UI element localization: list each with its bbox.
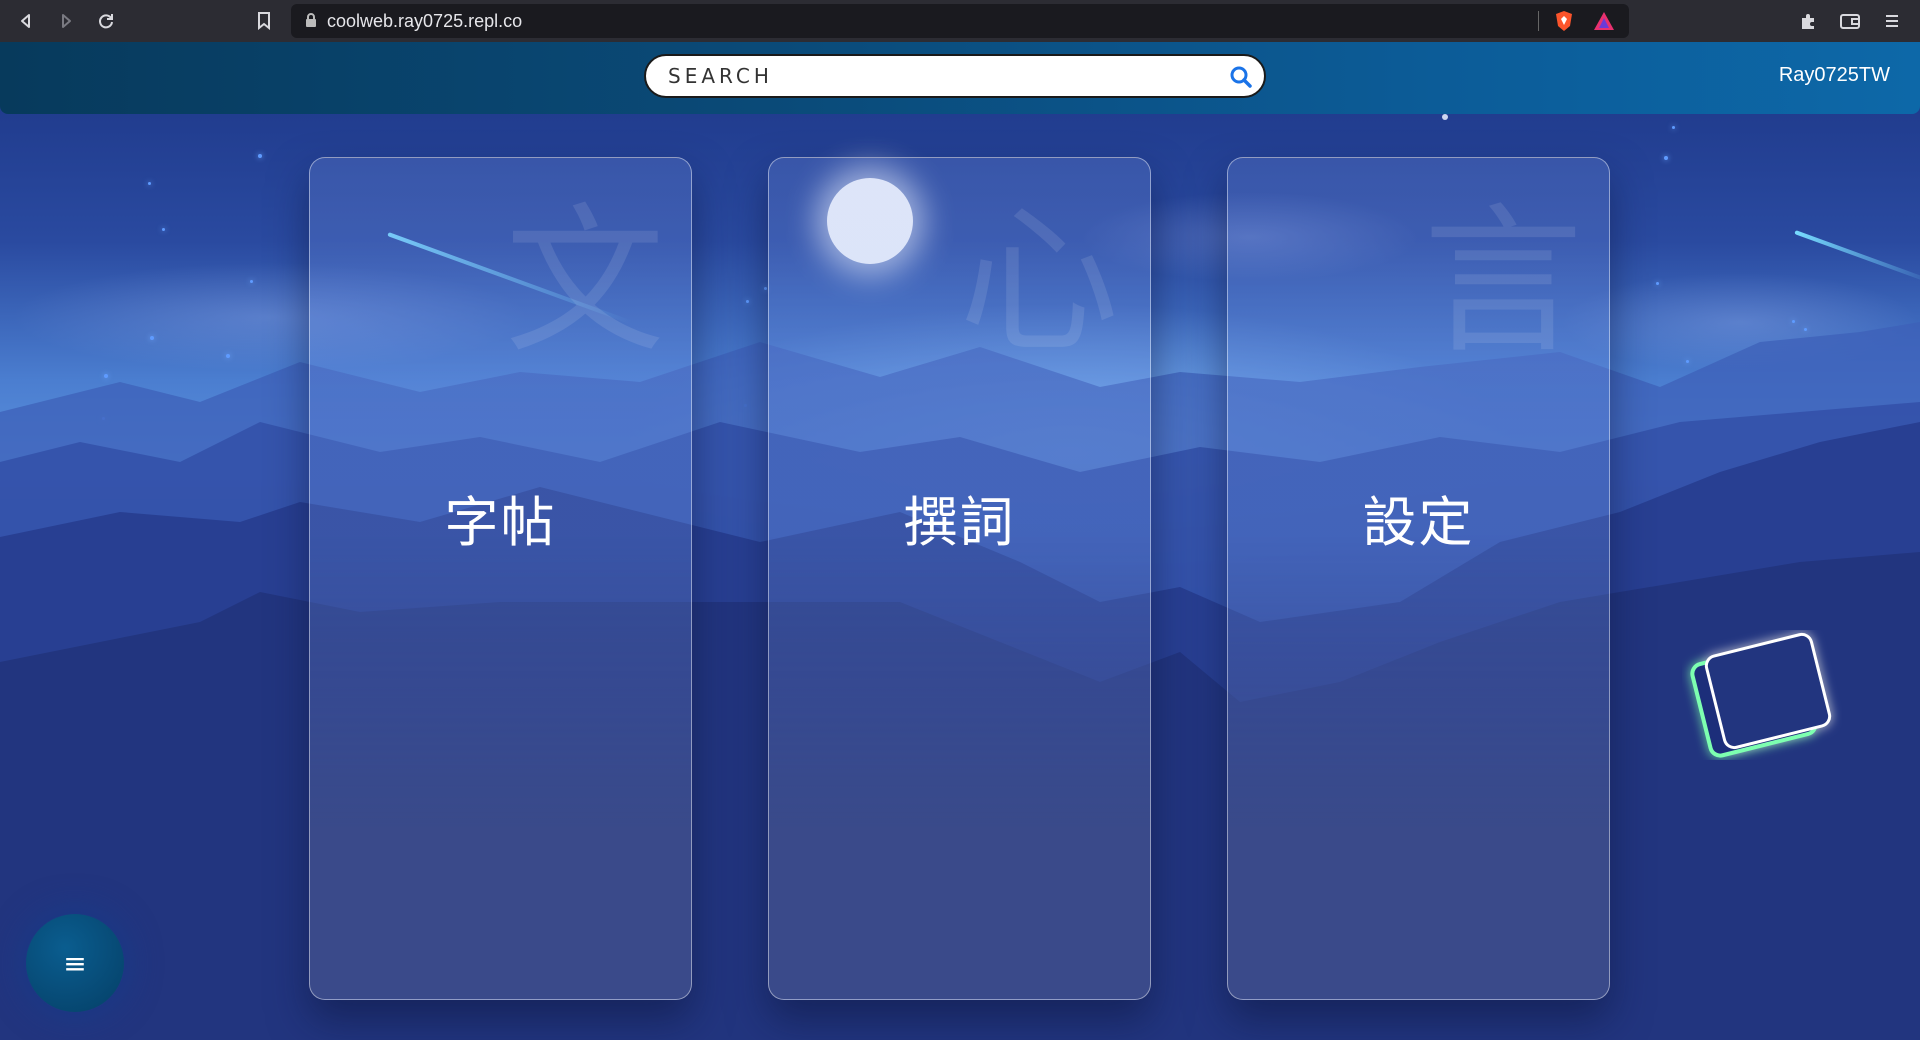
search-icon[interactable] <box>1228 64 1254 90</box>
lock-icon <box>305 12 317 31</box>
username-link[interactable]: Ray0725TW <box>1779 64 1890 87</box>
search-bar <box>644 54 1266 98</box>
address-bar[interactable]: coolweb.ray0725.repl.co <box>291 4 1629 38</box>
divider <box>1538 11 1539 31</box>
reload-icon[interactable] <box>86 1 126 41</box>
card-label: 字帖 <box>444 491 557 554</box>
browser-toolbar: coolweb.ray0725.repl.co <box>0 0 1920 42</box>
card-watermark-char: 文 <box>505 188 666 375</box>
bookmark-icon[interactable] <box>244 1 284 41</box>
extensions-icon[interactable] <box>1788 1 1828 41</box>
card-copybook[interactable]: 文 字帖 <box>309 157 692 1000</box>
card-watermark-char: 心 <box>959 188 1120 375</box>
card-watermark-char: 言 <box>1423 188 1584 375</box>
brave-shield-icon[interactable] <box>1553 10 1575 32</box>
card-settings[interactable]: 言 設定 <box>1227 157 1610 1000</box>
top-navbar: Ray0725TW <box>0 42 1920 114</box>
menu-button[interactable]: ≡ <box>26 914 124 1012</box>
url-text[interactable]: coolweb.ray0725.repl.co <box>327 11 522 32</box>
forward-icon[interactable] <box>46 1 86 41</box>
glowing-cube-icon <box>1690 632 1832 758</box>
back-icon[interactable] <box>6 1 46 41</box>
brave-rewards-icon[interactable] <box>1593 11 1615 31</box>
card-label: 撰詞 <box>903 491 1016 554</box>
search-input[interactable] <box>666 63 1190 89</box>
card-label: 設定 <box>1362 491 1475 554</box>
hamburger-icon: ≡ <box>63 946 87 980</box>
wallet-icon[interactable] <box>1830 1 1870 41</box>
card-compose[interactable]: 心 撰詞 <box>768 157 1151 1000</box>
browser-menu-icon[interactable] <box>1872 1 1912 41</box>
